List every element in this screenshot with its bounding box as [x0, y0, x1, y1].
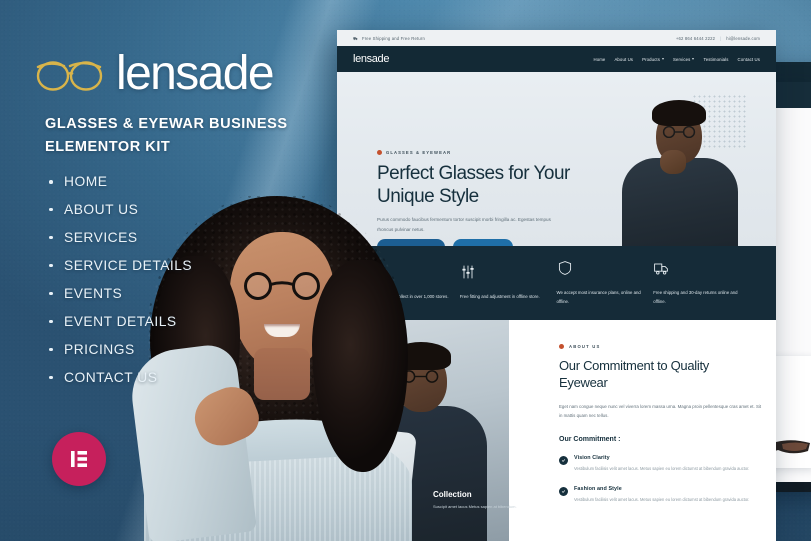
nav-link-products-label: Products — [642, 56, 660, 62]
site-nav-links: Home About Us Products Services Testimon… — [593, 57, 760, 62]
menu-item-pricings[interactable]: PRICINGS — [48, 343, 192, 357]
chevron-down-icon — [692, 58, 695, 60]
hero-model-hair — [652, 100, 706, 126]
commitment-desc-vision-clarity: Vestibulum facilisis velit amet lacus. M… — [574, 466, 750, 472]
commitment-title-fashion-and-style: Fashion and Style — [574, 485, 622, 492]
nav-link-contact-us[interactable]: Contact Us — [738, 57, 760, 62]
topbar-contact: +62 864 6444 2222 | hi@lensade.com — [676, 36, 760, 41]
nav-link-services-label: Services — [673, 56, 691, 62]
nav-link-home-label: Home — [593, 56, 606, 62]
check-circle-icon — [559, 456, 568, 466]
chevron-down-icon — [662, 58, 664, 60]
about-title: Our Commitment to Quality Eyewear — [559, 358, 709, 391]
elementor-logo-badge — [52, 432, 106, 486]
site-navbar: lensade Home About Us Products Services … — [337, 46, 776, 72]
about-content: ABOUT US Our Commitment to Quality Eyewe… — [363, 344, 776, 505]
eyebrow-dot-icon — [377, 150, 382, 155]
delivery-truck-icon — [654, 263, 669, 275]
topbar-shipping-text: Free Shipping and Free Return — [362, 35, 425, 41]
commitment-title-vision-clarity: Vision Clarity — [574, 455, 610, 462]
nav-link-services[interactable]: Services — [673, 56, 695, 62]
check-circle-icon — [559, 486, 568, 496]
menu-item-contact-us[interactable]: CONTACT US — [48, 371, 192, 385]
brand-name: lensade — [116, 47, 275, 100]
nav-link-testimonials[interactable]: Testimonials — [703, 57, 728, 62]
commitment-item-vision-clarity: Vision Clarity Vestibulum facilisis veli… — [559, 455, 776, 474]
hero-model-hand — [660, 150, 686, 174]
about-eyebrow: ABOUT US — [559, 344, 776, 349]
feature-item-insurance: We accept most insurance plans, online a… — [557, 260, 654, 306]
nav-link-about-us-label: About Us — [614, 56, 634, 62]
nav-link-contact-us-label: Contact Us — [737, 56, 760, 62]
promo-panel: lensade GLASSES & EYEWAR BUSINESS ELEMEN… — [0, 0, 330, 541]
feature-text-fitting: Free fitting and adjustment in offline s… — [459, 294, 540, 300]
hero-eyebrow: GLASSES & EYEWEAR — [377, 150, 451, 155]
topbar-email[interactable]: hi@lensade.com — [726, 36, 760, 41]
eyebrow-dot-icon — [559, 344, 564, 349]
site-topbar: Free Shipping and Free Return +62 864 64… — [337, 30, 776, 46]
commitment-item-fashion-and-style: Fashion and Style Vestibulum facilisis v… — [559, 486, 776, 505]
site-logo[interactable]: lensade — [353, 53, 389, 65]
hero-eyebrow-label: GLASSES & EYEWEAR — [386, 150, 452, 155]
menu-item-events[interactable]: EVENTS — [48, 287, 192, 301]
feature-text-shipping: Free shipping and 30-day returns online … — [653, 289, 738, 304]
menu-item-home[interactable]: HOME — [48, 175, 192, 189]
about-list-heading: Our Commitment : — [559, 436, 621, 444]
menu-item-service-details[interactable]: SERVICE DETAILS — [48, 259, 192, 273]
menu-item-services[interactable]: SERVICES — [48, 231, 192, 245]
topbar-shipping: Free Shipping and Free Return — [353, 36, 425, 41]
feature-item-fitting: Free fitting and adjustment in offline s… — [460, 264, 557, 302]
nav-link-testimonials-label: Testimonials — [703, 56, 729, 62]
truck-icon — [353, 36, 358, 40]
feature-item-shipping: Free shipping and 30-day returns online … — [653, 260, 750, 306]
nav-link-products[interactable]: Products — [642, 57, 664, 62]
commitment-desc-fashion-and-style: Vestibulum facilisis velit amet lacus. M… — [574, 496, 750, 502]
sliders-icon — [462, 265, 474, 279]
glasses-logo-icon — [36, 61, 103, 91]
topbar-divider: | — [720, 35, 722, 41]
menu-item-about-us[interactable]: ABOUT US — [48, 203, 192, 217]
hero-model-photo — [604, 86, 754, 246]
feature-text-insurance: We accept most insurance plans, online a… — [556, 289, 641, 304]
promo-menu-list: HOME ABOUT US SERVICES SERVICE DETAILS E… — [48, 175, 192, 399]
nav-link-home[interactable]: Home — [593, 57, 605, 62]
topbar-phone[interactable]: +62 864 6444 2222 — [676, 36, 715, 41]
about-eyebrow-label: ABOUT US — [569, 344, 601, 349]
nav-link-about-us[interactable]: About Us — [614, 57, 633, 62]
menu-item-event-details[interactable]: EVENT DETAILS — [48, 315, 192, 329]
shield-icon — [558, 261, 571, 275]
commitment-item-body: Vision Clarity Vestibulum facilisis veli… — [574, 455, 770, 474]
about-paragraph: Eget nam congue neque nunc vel viverra l… — [559, 403, 762, 419]
commitment-item-body: Fashion and Style Vestibulum facilisis v… — [574, 486, 770, 505]
hero-model-glasses-icon — [662, 126, 696, 138]
browse-men-button[interactable]: Browse Men — [452, 239, 514, 246]
promo-tagline: GLASSES & EYEWAR BUSINESS ELEMENTOR KIT — [45, 116, 288, 156]
elementor-icon — [71, 451, 87, 467]
brand-lockup: lensade — [34, 47, 275, 100]
